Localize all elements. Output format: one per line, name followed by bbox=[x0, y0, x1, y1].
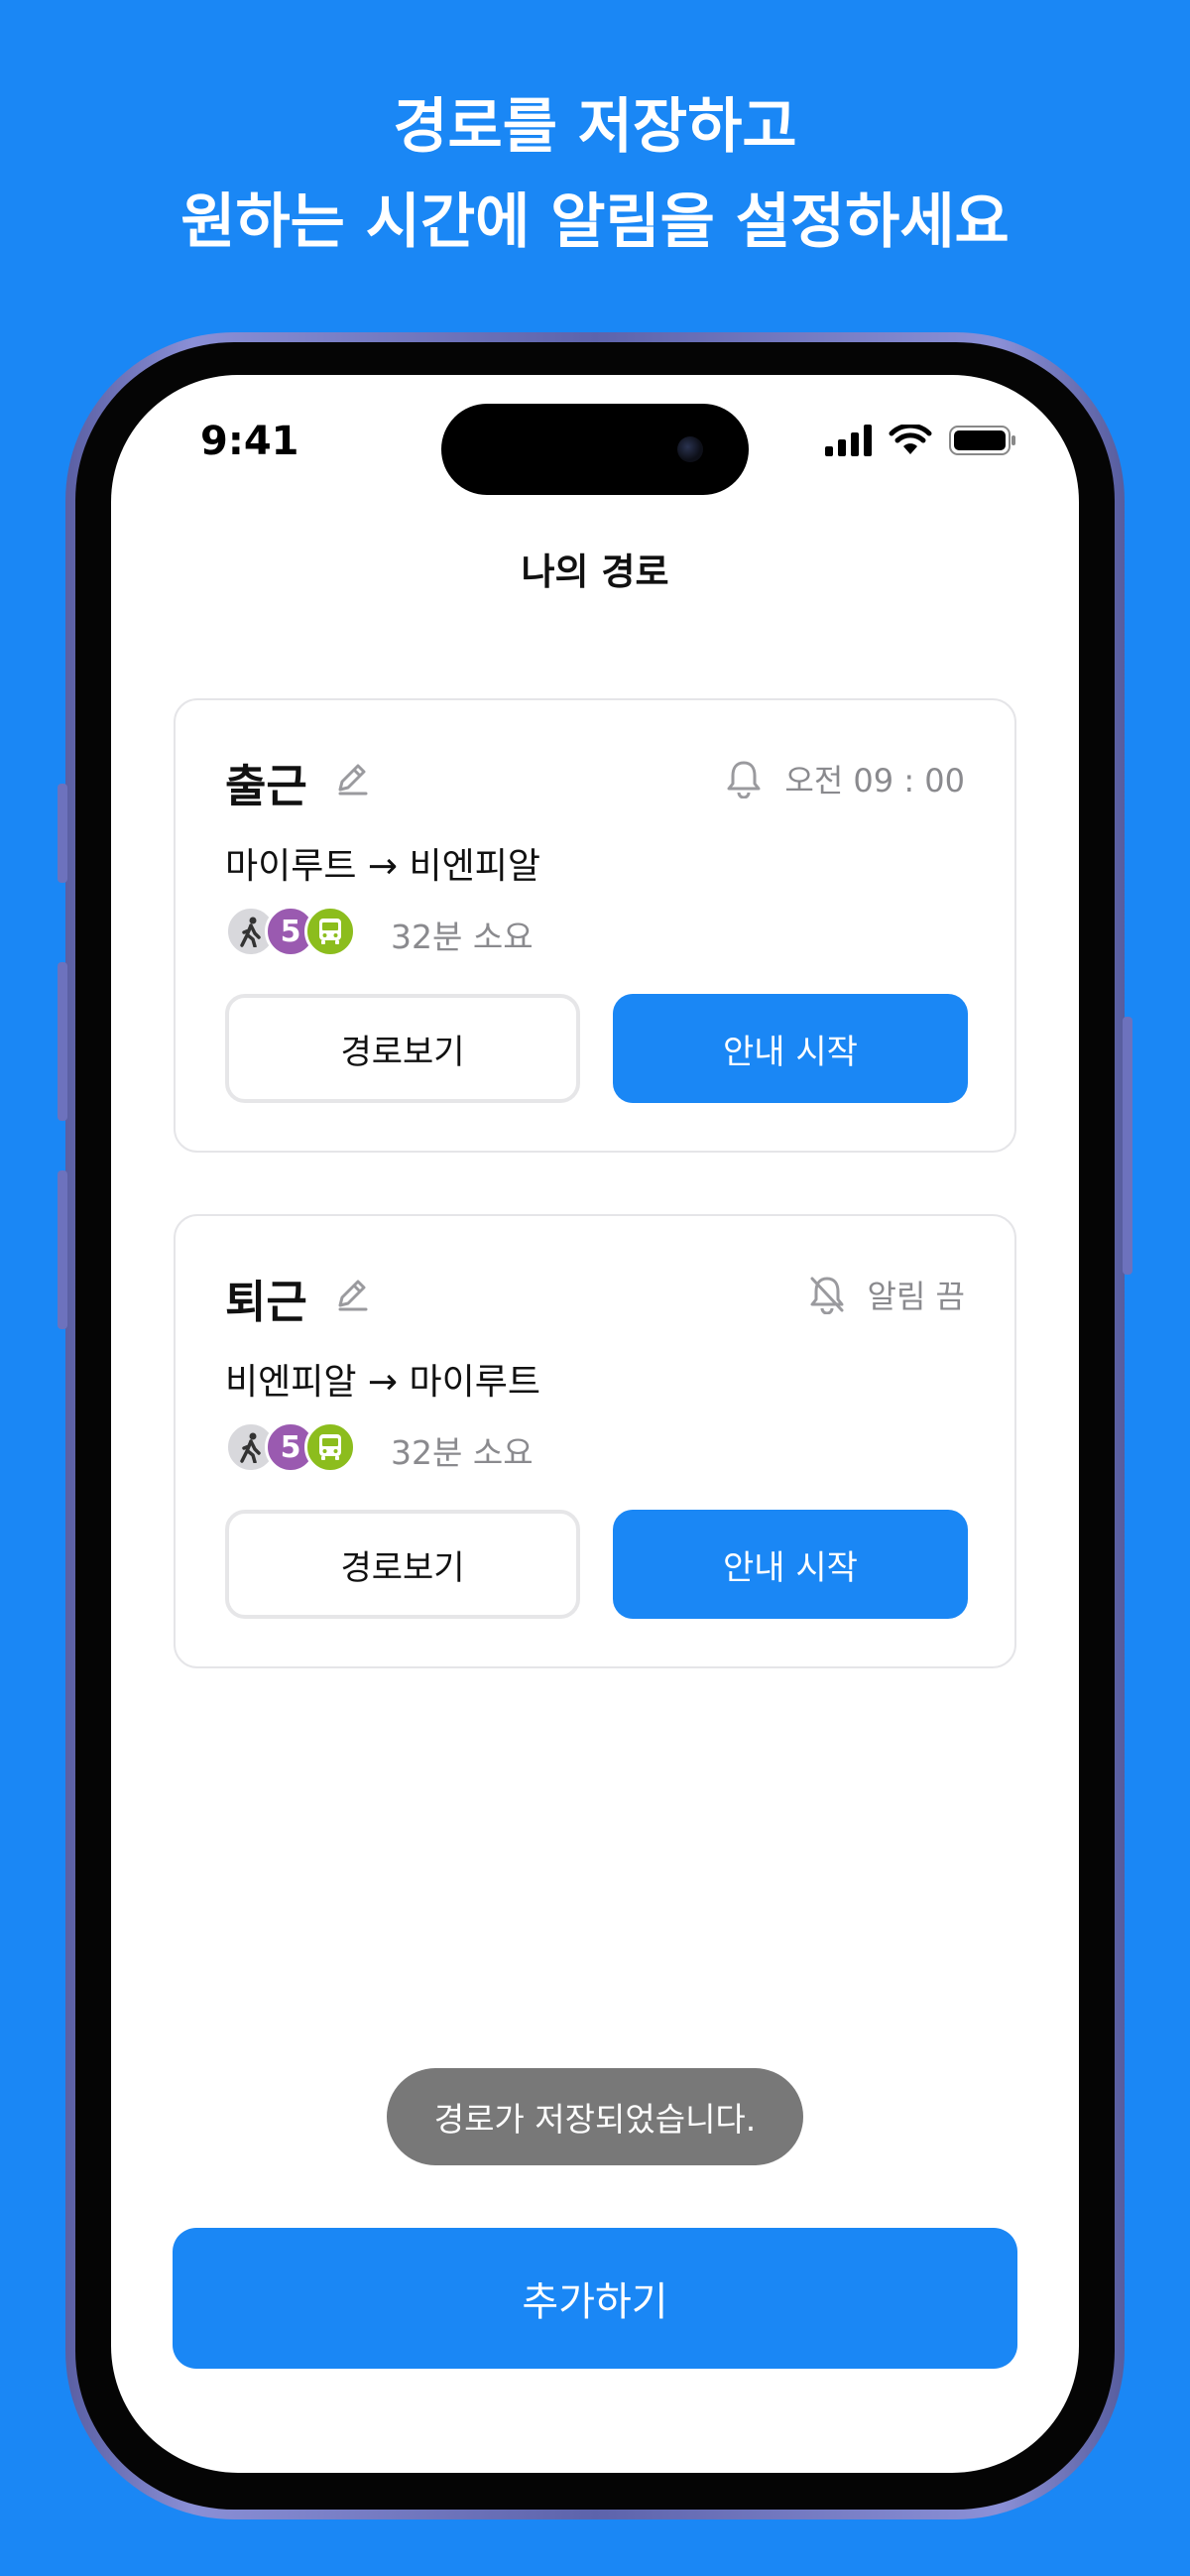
alarm-status: 알림 끔 bbox=[867, 1278, 966, 1315]
route-card-commute: 출근 오전 09 : 00 마이루트 → 비엔피알 5 32분 소요 경로보기 … bbox=[174, 698, 1016, 1153]
phone-silent-switch bbox=[58, 784, 67, 883]
alarm-setting[interactable]: 알림 끔 bbox=[808, 1272, 966, 1317]
add-route-button[interactable]: 추가하기 bbox=[173, 2228, 1017, 2369]
headline-line-2: 원하는 시간에 알림을 설정하세요 bbox=[180, 187, 1010, 257]
start-guidance-button[interactable]: 안내 시작 bbox=[613, 994, 968, 1103]
view-route-button[interactable]: 경로보기 bbox=[225, 1510, 580, 1619]
view-route-button[interactable]: 경로보기 bbox=[225, 994, 580, 1103]
alarm-time: 오전 09 : 00 bbox=[784, 762, 965, 799]
start-guidance-button[interactable]: 안내 시작 bbox=[613, 1510, 968, 1619]
phone-volume-up-button bbox=[58, 962, 67, 1121]
cellular-signal-icon bbox=[825, 425, 872, 456]
dynamic-island bbox=[441, 404, 749, 495]
edit-pencil-icon[interactable] bbox=[332, 758, 372, 797]
battery-icon bbox=[949, 426, 1015, 455]
travel-duration: 32분 소요 bbox=[391, 918, 534, 956]
status-icons bbox=[825, 425, 1017, 456]
wifi-icon bbox=[889, 425, 932, 454]
promo-headline: 경로를 저장하고 원하는 시간에 알림을 설정하세요 bbox=[0, 79, 1190, 270]
route-origin-destination: 마이루트 → 비엔피알 bbox=[225, 846, 541, 887]
phone-volume-down-button bbox=[58, 1170, 67, 1329]
status-time: 9:41 bbox=[200, 419, 299, 464]
bus-icon bbox=[304, 906, 356, 957]
bell-icon bbox=[727, 761, 761, 798]
route-name: 퇴근 bbox=[225, 1276, 307, 1328]
route-card-return: 퇴근 알림 끔 비엔피알 → 마이루트 5 32분 소요 경로보기 안내 시작 bbox=[174, 1214, 1016, 1668]
alarm-setting[interactable]: 오전 09 : 00 bbox=[725, 756, 965, 801]
transport-modes: 5 bbox=[225, 1421, 364, 1473]
travel-duration: 32분 소요 bbox=[391, 1433, 534, 1472]
transport-modes: 5 bbox=[225, 906, 364, 957]
route-name: 출근 bbox=[225, 760, 307, 812]
phone-screen: 9:41 나의 경로 출근 오전 09: 00 마이루트 → 비엔피알 5 3… bbox=[111, 375, 1079, 2473]
front-camera-icon bbox=[677, 436, 703, 462]
saved-toast: 경로가 저장되었습니다. bbox=[387, 2068, 803, 2165]
bell-off-icon bbox=[810, 1277, 843, 1314]
phone-power-button bbox=[1123, 1017, 1132, 1275]
bus-icon bbox=[304, 1421, 356, 1473]
route-origin-destination: 비엔피알 → 마이루트 bbox=[225, 1362, 541, 1403]
page-title: 나의 경로 bbox=[521, 551, 669, 593]
headline-line-1: 경로를 저장하고 bbox=[393, 92, 797, 162]
edit-pencil-icon[interactable] bbox=[332, 1274, 372, 1313]
